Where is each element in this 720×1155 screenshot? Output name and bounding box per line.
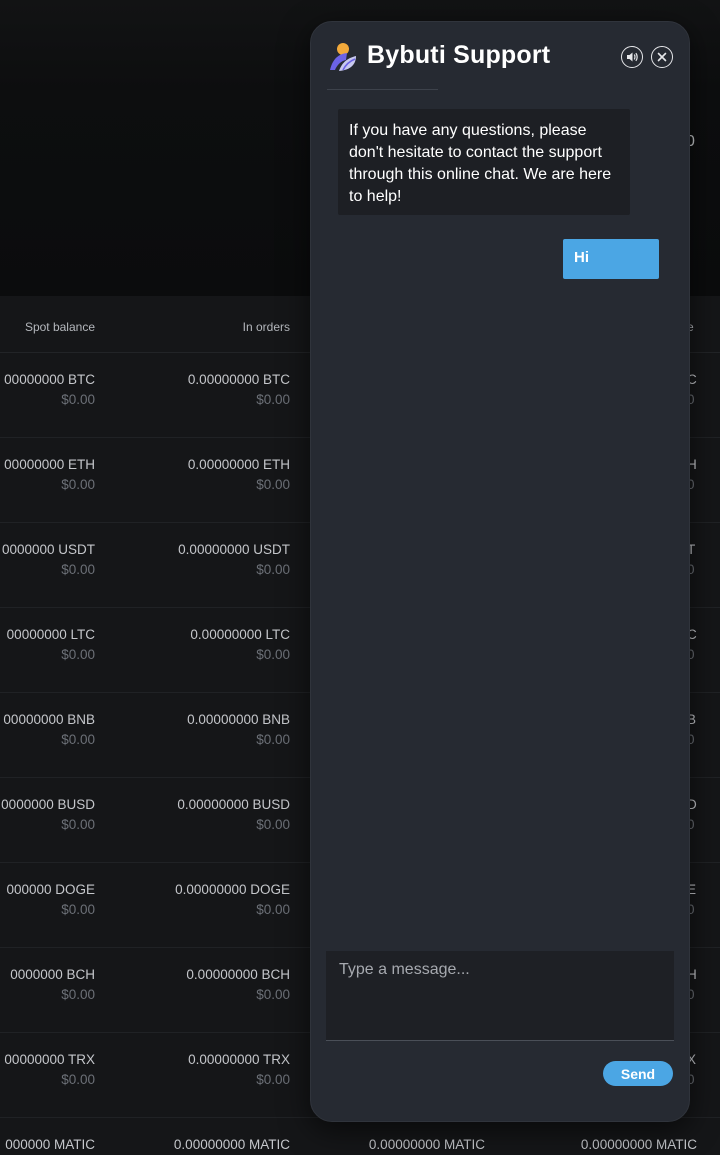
in-orders-amount: 0.00000000 ETH	[187, 457, 290, 472]
spot-balance-usd: $0.00	[61, 817, 95, 832]
spot-balance-amount: 00000000 BNB	[3, 712, 95, 727]
chat-header: Bybuti Support	[327, 40, 675, 80]
column-header-in-orders: In orders	[242, 320, 290, 334]
column-header-spot-balance: Spot balance	[24, 320, 95, 334]
spot-balance-amount: 0000000 BUSD	[1, 797, 95, 812]
spot-balance-usd: $0.00	[61, 732, 95, 747]
in-orders-amount: 0.00000000 BCH	[186, 967, 290, 982]
in-orders-usd: $0.00	[256, 562, 290, 577]
in-orders-amount: 0.00000000 DOGE	[175, 882, 290, 897]
in-orders-amount: 0.00000000 BTC	[187, 372, 290, 387]
spot-balance-amount: 000000 DOGE	[6, 882, 95, 897]
in-orders-amount: 0.00000000 TRX	[188, 1052, 290, 1067]
table-row: 000000 MATIC 0.00000000 MATIC 0.00000000…	[0, 1118, 720, 1155]
spot-balance-usd: $0.00	[61, 902, 95, 917]
spot-balance-usd: $0.00	[61, 477, 95, 492]
spot-balance-amount: 00000000 TRX	[4, 1052, 95, 1067]
in-orders-usd: $0.00	[256, 1072, 290, 1087]
agent-message: If you have any questions, please don't …	[338, 109, 630, 215]
spot-balance-usd: $0.00	[61, 987, 95, 1002]
spot-balance-usd: $0.00	[61, 647, 95, 662]
chat-title: Bybuti Support	[367, 41, 551, 69]
in-orders-usd: $0.00	[256, 902, 290, 917]
in-orders-usd: $0.00	[256, 477, 290, 492]
in-orders-usd: $0.00	[256, 647, 290, 662]
spot-balance-amount: 00000000 LTC	[6, 627, 95, 642]
in-orders-amount: 0.00000000 BUSD	[177, 797, 290, 812]
in-orders-amount: 0.00000000 USDT	[178, 542, 290, 557]
header-divider	[327, 89, 438, 90]
spot-balance-amount: 00000000 BTC	[4, 372, 95, 387]
send-button[interactable]: Send	[603, 1061, 673, 1086]
user-message: Hi	[563, 239, 659, 279]
spot-balance-amount: 0000000 USDT	[1, 542, 95, 557]
in-orders-amount: 0.00000000 LTC	[190, 627, 290, 642]
bybuti-logo-icon	[330, 43, 356, 71]
in-orders-amount: 0.00000000 MATIC	[173, 1137, 290, 1152]
in-orders-amount: 0.00000000 BNB	[187, 712, 290, 727]
in-orders-usd: $0.00	[256, 987, 290, 1002]
sound-toggle-button[interactable]	[621, 46, 643, 68]
spot-balance-usd: $0.00	[61, 1072, 95, 1087]
spot-balance-usd: $0.00	[61, 392, 95, 407]
column3-amount: 0.00000000 MATIC	[368, 1137, 485, 1152]
spot-balance-amount: 000000 MATIC	[5, 1137, 95, 1152]
spot-balance-amount: 0000000 BCH	[10, 967, 95, 982]
support-chat-widget: Bybuti Support If you have any questions…	[310, 21, 690, 1122]
spot-balance-amount: 00000000 ETH	[4, 457, 95, 472]
speaker-icon	[627, 52, 638, 62]
message-input[interactable]	[326, 951, 674, 1041]
spot-balance-usd: $0.00	[61, 562, 95, 577]
column4-amount: 0.00000000 MATIC	[580, 1137, 697, 1152]
in-orders-usd: $0.00	[256, 817, 290, 832]
in-orders-usd: $0.00	[256, 392, 290, 407]
close-icon	[657, 52, 667, 62]
close-chat-button[interactable]	[651, 46, 673, 68]
in-orders-usd: $0.00	[256, 732, 290, 747]
